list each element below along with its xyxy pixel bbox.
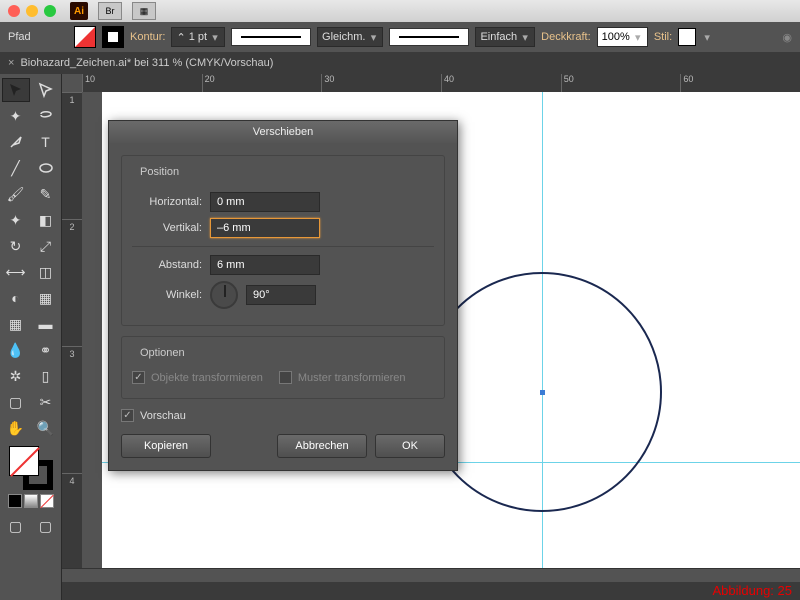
mesh-tool[interactable]: ▦ bbox=[2, 312, 30, 336]
transform-patterns-checkbox bbox=[279, 371, 292, 384]
perspective-tool[interactable]: ▦ bbox=[32, 286, 60, 310]
opacity-field[interactable]: 100%▾ bbox=[597, 27, 648, 47]
dialog-title[interactable]: Verschieben bbox=[109, 121, 457, 143]
stroke-weight-field[interactable]: ⌃1 pt▾ bbox=[171, 27, 225, 47]
style-swatch[interactable] bbox=[678, 28, 696, 46]
hand-tool[interactable]: ✋ bbox=[2, 416, 30, 440]
window-titlebar: Ai Br ▦ bbox=[0, 0, 800, 22]
close-window-button[interactable] bbox=[8, 5, 20, 17]
lasso-tool[interactable] bbox=[32, 104, 60, 128]
symbol-sprayer-tool[interactable]: ✲ bbox=[2, 364, 30, 388]
minimize-window-button[interactable] bbox=[26, 5, 38, 17]
selection-tool[interactable] bbox=[2, 78, 30, 102]
preview-checkbox[interactable]: ✓ bbox=[121, 409, 134, 422]
position-group-label: Position bbox=[136, 166, 183, 178]
vertical-input[interactable]: –6 mm bbox=[210, 218, 320, 238]
paintbrush-tool[interactable]: 🖌 bbox=[2, 182, 30, 206]
screen-mode-button[interactable]: ▢ bbox=[32, 514, 60, 538]
angle-dial[interactable] bbox=[210, 281, 238, 309]
artboard-tool[interactable]: ▢ bbox=[2, 390, 30, 414]
width-tool[interactable]: ⟷ bbox=[2, 260, 30, 284]
rotate-tool[interactable]: ↻ bbox=[2, 234, 30, 258]
figure-label: Abbildung: 25 bbox=[712, 583, 792, 598]
vertical-label: Vertikal: bbox=[132, 222, 202, 234]
blend-tool[interactable]: ⚭ bbox=[32, 338, 60, 362]
arrange-docs-button[interactable]: ▦ bbox=[132, 2, 156, 20]
fill-stroke-indicator[interactable] bbox=[9, 446, 53, 490]
horizontal-ruler: 102030405060 bbox=[82, 74, 800, 92]
fill-swatch[interactable] bbox=[74, 26, 96, 48]
magic-wand-tool[interactable]: ✦ bbox=[2, 104, 30, 128]
move-dialog: Verschieben Position Horizontal: 0 mm Ve… bbox=[108, 120, 458, 471]
angle-input[interactable]: 90° bbox=[246, 285, 316, 305]
fill-color-box[interactable] bbox=[9, 446, 39, 476]
gradient-tool[interactable]: ▬ bbox=[32, 312, 60, 336]
none-mode-button[interactable] bbox=[40, 494, 54, 508]
gradient-mode-button[interactable] bbox=[24, 494, 38, 508]
line-tool[interactable]: ╱ bbox=[2, 156, 30, 180]
blob-brush-tool[interactable]: ✦ bbox=[2, 208, 30, 232]
selection-label: Pfad bbox=[8, 31, 68, 43]
transform-patterns-label: Muster transformieren bbox=[298, 372, 406, 384]
app-logo-icon: Ai bbox=[70, 2, 88, 20]
panel-menu-icon[interactable]: ◉ bbox=[782, 31, 792, 44]
status-bar bbox=[62, 582, 800, 600]
anchor-point[interactable] bbox=[540, 390, 545, 395]
stroke-caps-dropdown[interactable]: Gleichm.▾ bbox=[317, 27, 383, 47]
zoom-tool[interactable]: 🔍 bbox=[32, 416, 60, 440]
horizontal-label: Horizontal: bbox=[132, 196, 202, 208]
pen-tool[interactable] bbox=[2, 130, 30, 154]
stroke-label: Kontur: bbox=[130, 31, 165, 43]
copy-button[interactable]: Kopieren bbox=[121, 434, 211, 458]
style-label: Stil: bbox=[654, 31, 672, 43]
slice-tool[interactable]: ✂ bbox=[32, 390, 60, 414]
bridge-button[interactable]: Br bbox=[98, 2, 122, 20]
stroke-swatch[interactable] bbox=[102, 26, 124, 48]
graph-tool[interactable]: ▯ bbox=[32, 364, 60, 388]
draw-normal-button[interactable]: ▢ bbox=[2, 514, 30, 538]
shape-builder-tool[interactable]: ◐ bbox=[2, 286, 30, 310]
control-bar: Pfad Kontur: ⌃1 pt▾ Gleichm.▾ Einfach▾ D… bbox=[0, 22, 800, 52]
tools-panel: ✦ T ╱ 🖌 ✎ ✦ ◧ ↻ ⤢ ⟷ ◫ ◐ ▦ ▦ ▬ 💧 ⚭ ✲ ▯ ▢ … bbox=[0, 74, 62, 600]
free-transform-tool[interactable]: ◫ bbox=[32, 260, 60, 284]
style-dropdown-icon[interactable]: ▾ bbox=[702, 31, 712, 44]
stroke-profile-dropdown[interactable] bbox=[231, 28, 311, 46]
cancel-button[interactable]: Abbrechen bbox=[277, 434, 367, 458]
preview-label: Vorschau bbox=[140, 410, 186, 422]
horizontal-input[interactable]: 0 mm bbox=[210, 192, 320, 212]
scale-tool[interactable]: ⤢ bbox=[32, 234, 60, 258]
stroke-weight-value: 1 pt bbox=[189, 31, 207, 43]
color-mode-button[interactable] bbox=[8, 494, 22, 508]
document-tab-title[interactable]: Biohazard_Zeichen.ai* bei 311 % (CMYK/Vo… bbox=[20, 57, 273, 69]
options-group-label: Optionen bbox=[136, 347, 189, 359]
transform-objects-label: Objekte transformieren bbox=[151, 372, 263, 384]
horizontal-scrollbar[interactable] bbox=[62, 568, 800, 582]
transform-objects-checkbox: ✓ bbox=[132, 371, 145, 384]
brush-dropdown[interactable] bbox=[389, 28, 469, 46]
pencil-tool[interactable]: ✎ bbox=[32, 182, 60, 206]
ok-button[interactable]: OK bbox=[375, 434, 445, 458]
document-tab-bar: × Biohazard_Zeichen.ai* bei 311 % (CMYK/… bbox=[0, 52, 800, 74]
eraser-tool[interactable]: ◧ bbox=[32, 208, 60, 232]
stroke-corners-dropdown[interactable]: Einfach▾ bbox=[475, 27, 535, 47]
vertical-ruler: 1234 bbox=[62, 92, 82, 600]
type-tool[interactable]: T bbox=[32, 130, 60, 154]
tab-close-button[interactable]: × bbox=[8, 57, 14, 69]
distance-label: Abstand: bbox=[132, 259, 202, 271]
distance-input[interactable]: 6 mm bbox=[210, 255, 320, 275]
zoom-window-button[interactable] bbox=[44, 5, 56, 17]
ellipse-tool[interactable] bbox=[32, 156, 60, 180]
opacity-label: Deckkraft: bbox=[541, 31, 591, 43]
angle-label: Winkel: bbox=[132, 289, 202, 301]
direct-selection-tool[interactable] bbox=[32, 78, 60, 102]
eyedropper-tool[interactable]: 💧 bbox=[2, 338, 30, 362]
